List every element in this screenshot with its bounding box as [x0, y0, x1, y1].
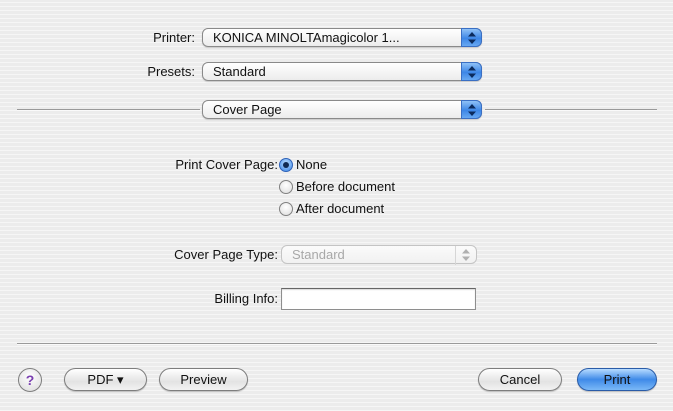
- help-button[interactable]: ?: [18, 368, 42, 392]
- printer-value: KONICA MINOLTAmagicolor 1...: [213, 30, 400, 45]
- presets-popup[interactable]: Standard: [202, 62, 482, 81]
- section-divider-left: [17, 109, 200, 111]
- cancel-button[interactable]: Cancel: [478, 368, 562, 391]
- billing-info-label: Billing Info:: [214, 291, 278, 306]
- print-cover-page-label: Print Cover Page:: [175, 157, 278, 172]
- radio-label: None: [296, 157, 328, 172]
- pdf-menu-button[interactable]: PDF ▾: [64, 368, 147, 391]
- cover-page-type-label: Cover Page Type:: [174, 247, 278, 262]
- print-button[interactable]: Print: [577, 368, 657, 391]
- popup-arrows-icon: [461, 28, 482, 47]
- radio-selected-icon[interactable]: [279, 158, 293, 172]
- print-button-label: Print: [603, 372, 631, 387]
- preview-button[interactable]: Preview: [159, 368, 248, 391]
- printer-label: Printer:: [153, 30, 195, 45]
- section-divider-right: [485, 109, 657, 111]
- bottom-divider: [17, 343, 657, 345]
- popup-arrows-icon: [461, 62, 482, 81]
- pdf-button-label: PDF ▾: [87, 372, 124, 387]
- radio-unselected-icon[interactable]: [279, 202, 293, 216]
- cover-page-type-value: Standard: [292, 247, 345, 262]
- radio-option-before-document[interactable]: Before document: [279, 179, 439, 197]
- cover-page-type-popup: Standard: [281, 245, 477, 265]
- panel-selector-popup[interactable]: Cover Page: [202, 100, 482, 119]
- billing-info-field[interactable]: [281, 288, 476, 310]
- radio-label: Before document: [296, 179, 396, 194]
- panel-selector-value: Cover Page: [213, 102, 282, 117]
- popup-arrows-icon: [461, 100, 482, 119]
- printer-popup[interactable]: KONICA MINOLTAmagicolor 1...: [202, 28, 482, 47]
- radio-unselected-icon[interactable]: [279, 180, 293, 194]
- presets-label: Presets:: [147, 64, 195, 79]
- popup-arrows-icon: [455, 246, 476, 265]
- cancel-button-label: Cancel: [499, 372, 541, 387]
- help-icon: ?: [25, 372, 35, 388]
- presets-value: Standard: [213, 64, 266, 79]
- radio-option-none[interactable]: None: [279, 157, 419, 175]
- radio-label: After document: [296, 201, 385, 216]
- radio-option-after-document[interactable]: After document: [279, 201, 439, 219]
- preview-button-label: Preview: [180, 372, 227, 387]
